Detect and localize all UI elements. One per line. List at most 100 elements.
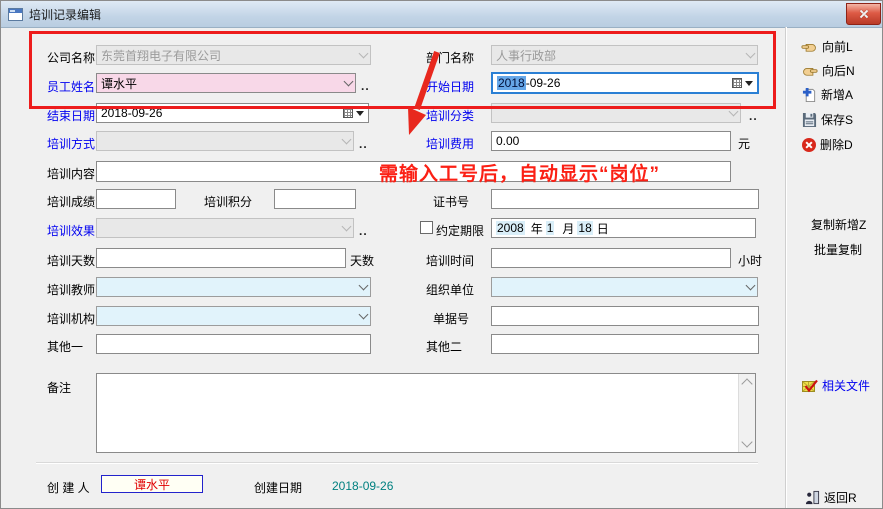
start-date-rest: -09-26 bbox=[526, 76, 561, 90]
agreed-term-input[interactable]: 2008 年 1 月 18 日 bbox=[491, 218, 756, 238]
cost-input[interactable]: 0.00 bbox=[491, 131, 731, 151]
save-label: 保存S bbox=[821, 111, 853, 128]
effect-select bbox=[96, 218, 354, 238]
batch-copy-button[interactable]: 批量复制 bbox=[814, 241, 862, 258]
dropdown-arrow-icon bbox=[356, 111, 364, 116]
company-label: 公司名称 bbox=[47, 49, 95, 66]
back-button[interactable]: 返回R bbox=[805, 489, 857, 506]
content-label: 培训内容 bbox=[47, 165, 95, 182]
method-lookup-button[interactable]: .. bbox=[359, 137, 368, 151]
creator-value-box: 谭水平 bbox=[101, 475, 203, 493]
score-input[interactable] bbox=[96, 189, 176, 209]
method-label: 培训方式 bbox=[47, 135, 95, 152]
doc-no-input[interactable] bbox=[491, 306, 759, 326]
department-label: 部门名称 bbox=[426, 49, 474, 66]
return-door-icon bbox=[805, 490, 820, 505]
points-input[interactable] bbox=[274, 189, 356, 209]
backward-button[interactable]: 向后N bbox=[801, 62, 855, 79]
start-date-selected-segment: 2018 bbox=[497, 76, 526, 90]
agreed-term-month[interactable]: 1 bbox=[546, 221, 555, 235]
other2-input[interactable] bbox=[491, 334, 759, 354]
create-date-value: 2018-09-26 bbox=[332, 479, 393, 493]
creator-value: 谭水平 bbox=[134, 476, 170, 493]
end-date-label: 结束日期 bbox=[47, 107, 95, 124]
batch-copy-label: 批量复制 bbox=[814, 241, 862, 258]
end-date-picker-button[interactable] bbox=[343, 108, 364, 118]
other1-input[interactable] bbox=[96, 334, 371, 354]
department-value: 人事行政部 bbox=[496, 47, 556, 64]
start-date-input[interactable]: 2018-09-26 bbox=[491, 72, 759, 94]
start-date-label: 开始日期 bbox=[426, 78, 474, 95]
chevron-down-icon bbox=[729, 107, 739, 117]
department-select: 人事行政部 bbox=[491, 45, 758, 65]
hours-input[interactable] bbox=[491, 248, 731, 268]
horizontal-divider bbox=[36, 462, 758, 464]
agreed-term-checkbox[interactable] bbox=[420, 221, 433, 234]
other1-label: 其他一 bbox=[47, 338, 83, 355]
forward-button[interactable]: 向前L bbox=[801, 38, 853, 55]
category-lookup-button[interactable]: .. bbox=[749, 109, 758, 123]
end-date-input[interactable]: 2018-09-26 bbox=[96, 103, 369, 123]
delete-button[interactable]: 删除D bbox=[802, 136, 853, 153]
days-input[interactable] bbox=[96, 248, 346, 268]
org-unit-label: 组织单位 bbox=[426, 281, 474, 298]
end-date-value: 2018-09-26 bbox=[101, 106, 162, 120]
copy-new-label: 复制新增Z bbox=[811, 216, 866, 233]
cert-no-input[interactable] bbox=[491, 189, 759, 209]
cost-value: 0.00 bbox=[496, 134, 519, 148]
calendar-icon bbox=[343, 108, 353, 118]
related-files-icon bbox=[802, 379, 818, 393]
remarks-label: 备注 bbox=[47, 379, 71, 396]
agreed-term-label: 约定期限 bbox=[436, 222, 484, 239]
chevron-down-icon bbox=[342, 222, 352, 232]
agreed-term-month-unit: 月 bbox=[562, 220, 574, 237]
content-input[interactable] bbox=[96, 161, 731, 182]
chevron-down-icon bbox=[359, 281, 369, 291]
employee-select[interactable]: 谭水平 bbox=[96, 73, 356, 93]
company-value: 东莞首翔电子有限公司 bbox=[101, 47, 221, 64]
days-label: 培训天数 bbox=[47, 252, 95, 269]
doc-no-label: 单据号 bbox=[433, 310, 469, 327]
company-select: 东莞首翔电子有限公司 bbox=[96, 45, 371, 65]
close-icon[interactable] bbox=[846, 3, 881, 25]
chevron-down-icon bbox=[344, 77, 354, 87]
sidebar-divider bbox=[785, 27, 787, 508]
back-label: 返回R bbox=[824, 489, 857, 506]
days-unit: 天数 bbox=[350, 252, 374, 269]
institution-label: 培训机构 bbox=[47, 310, 95, 327]
employee-lookup-button[interactable]: .. bbox=[361, 79, 370, 93]
remarks-scrollbar[interactable] bbox=[738, 374, 755, 452]
create-date-label: 创建日期 bbox=[254, 479, 302, 496]
score-label: 培训成绩 bbox=[47, 193, 95, 210]
new-button[interactable]: 新增A bbox=[802, 86, 853, 103]
agreed-term-day[interactable]: 18 bbox=[577, 221, 592, 235]
agreed-term-year[interactable]: 2008 bbox=[496, 221, 525, 235]
chevron-down-icon bbox=[359, 310, 369, 320]
hand-right-icon bbox=[801, 65, 818, 77]
points-label: 培训积分 bbox=[204, 193, 252, 210]
hours-label: 培训时间 bbox=[426, 252, 474, 269]
chevron-down-icon bbox=[746, 49, 756, 59]
dropdown-arrow-icon bbox=[745, 81, 753, 86]
backward-label: 向后N bbox=[822, 62, 855, 79]
effect-label: 培训效果 bbox=[47, 222, 95, 239]
creator-label: 创 建 人 bbox=[47, 479, 90, 496]
save-button[interactable]: 保存S bbox=[802, 111, 853, 128]
delete-label: 删除D bbox=[820, 136, 853, 153]
agreed-term-year-unit: 年 bbox=[531, 220, 543, 237]
start-date-picker-button[interactable] bbox=[732, 78, 753, 88]
copy-new-button[interactable]: 复制新增Z bbox=[811, 216, 866, 233]
scroll-up-icon[interactable] bbox=[741, 378, 752, 389]
scroll-down-icon[interactable] bbox=[741, 436, 752, 447]
org-unit-select[interactable] bbox=[491, 277, 758, 297]
method-select bbox=[96, 131, 354, 151]
category-select bbox=[491, 103, 741, 123]
related-files-label: 相关文件 bbox=[822, 377, 870, 394]
institution-select[interactable] bbox=[96, 306, 371, 326]
effect-lookup-button[interactable]: .. bbox=[359, 224, 368, 238]
new-document-icon bbox=[802, 87, 817, 102]
related-files-button[interactable]: 相关文件 bbox=[802, 377, 870, 394]
app-window-icon bbox=[8, 8, 23, 21]
teacher-select[interactable] bbox=[96, 277, 371, 297]
remarks-textarea[interactable] bbox=[96, 373, 756, 453]
